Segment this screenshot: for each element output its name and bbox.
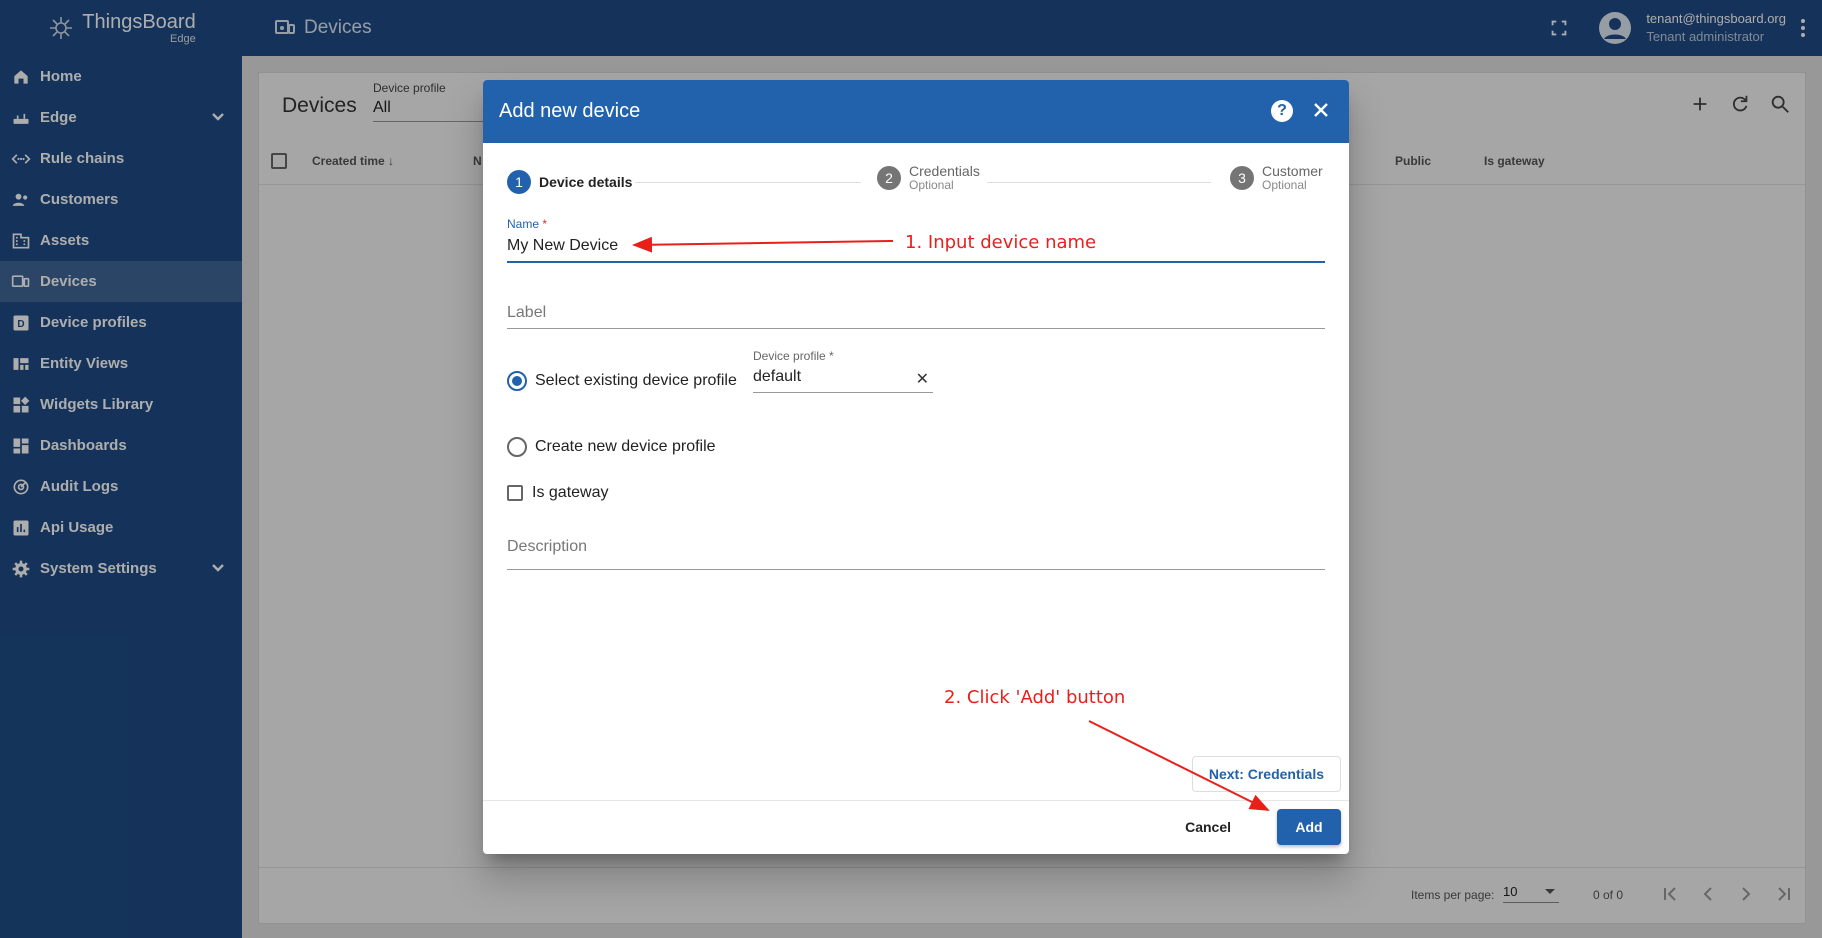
device-profile-field[interactable]: Device profile * default ✕ bbox=[753, 349, 933, 393]
device-profile-underline bbox=[753, 392, 933, 393]
add-device-dialog: Add new device ? 1 Device details 2 Cred… bbox=[483, 80, 1349, 854]
step-connector bbox=[635, 182, 861, 183]
is-gateway-checkbox[interactable]: Is gateway bbox=[507, 484, 608, 502]
radio-create-new-profile[interactable]: Create new device profile bbox=[507, 437, 716, 457]
required-marker: * bbox=[542, 217, 548, 231]
annotation-step1: 1. Input device name bbox=[905, 232, 1097, 253]
dialog-actions: Cancel Add bbox=[483, 800, 1349, 854]
help-icon[interactable]: ? bbox=[1271, 100, 1293, 122]
add-button[interactable]: Add bbox=[1277, 809, 1341, 845]
close-icon[interactable] bbox=[1309, 98, 1333, 122]
stepper: 1 Device details 2 Credentials Optional … bbox=[507, 164, 1325, 200]
radio-unchecked-icon bbox=[507, 437, 527, 457]
description-textarea[interactable]: Description bbox=[507, 538, 1325, 569]
radio-select-existing-profile[interactable]: Select existing device profile bbox=[507, 371, 737, 391]
dialog-title: Add new device bbox=[499, 100, 641, 122]
label-underline bbox=[507, 328, 1325, 329]
step-credentials[interactable]: 2 Credentials Optional bbox=[877, 164, 980, 192]
device-profile-input[interactable]: default bbox=[753, 368, 801, 385]
cancel-button[interactable]: Cancel bbox=[1173, 809, 1243, 845]
label-input[interactable]: Label bbox=[507, 304, 1325, 328]
next-credentials-button[interactable]: Next: Credentials bbox=[1191, 756, 1341, 792]
description-field[interactable]: Description bbox=[507, 538, 1325, 570]
step-device-details[interactable]: 1 Device details bbox=[507, 170, 632, 194]
description-underline bbox=[507, 569, 1325, 570]
step-customer[interactable]: 3 Customer Optional bbox=[1230, 164, 1323, 192]
device-profile-label: Device profile * bbox=[753, 349, 834, 363]
name-label: Name bbox=[507, 217, 540, 231]
clear-icon[interactable]: ✕ bbox=[916, 369, 929, 389]
checkbox-box bbox=[507, 485, 523, 501]
label-field[interactable]: Label bbox=[507, 304, 1325, 329]
radio-checked-icon bbox=[507, 371, 527, 391]
annotation-step2: 2. Click 'Add' button bbox=[944, 687, 1126, 708]
name-underline bbox=[507, 261, 1325, 263]
step-connector bbox=[987, 182, 1211, 183]
dialog-header: Add new device ? bbox=[483, 80, 1349, 143]
